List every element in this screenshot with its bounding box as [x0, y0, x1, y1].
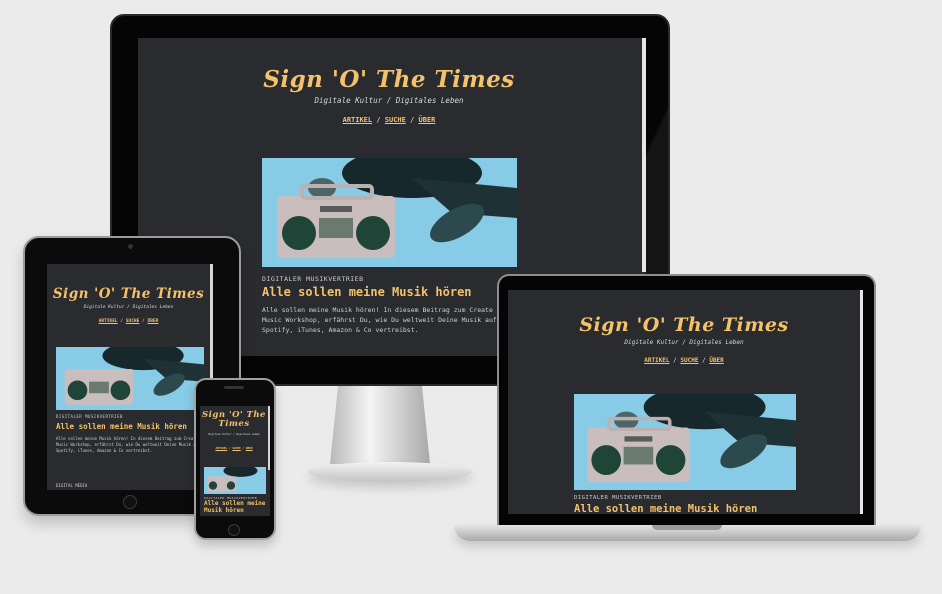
article-title[interactable]: Alle sollen meine Musik hören [574, 503, 757, 514]
nav-separator: / [242, 446, 245, 450]
article-category[interactable]: DIGITALER MUSIKVERTRIEB [262, 275, 364, 283]
desktop-scrollbar[interactable] [642, 38, 646, 272]
nav-link-suche[interactable]: SUCHE [232, 446, 240, 450]
site-tagline: Digitale Kultur / Digitales Leben [208, 433, 260, 436]
article-title[interactable]: Alle sollen meine Musik hören [204, 500, 268, 514]
article-title[interactable]: Alle sollen meine Musik hören [262, 285, 472, 299]
nav-separator: / [673, 357, 677, 364]
main-nav: ARTIKEL / SUCHE / ÜBER [508, 357, 860, 364]
article-category[interactable]: DIGITALER MUSIKVERTRIEB [56, 414, 123, 419]
main-nav: ARTIKEL / SUCHE / ÜBER [47, 319, 210, 324]
nav-separator: / [702, 357, 706, 364]
article-category[interactable]: DIGITALER MUSIKVERTRIEB [574, 495, 662, 501]
site-footer: DIGITAL MEDIA [56, 483, 88, 488]
article-excerpt: Alle sollen meine Musik hören! In diesem… [56, 436, 201, 454]
nav-separator: / [410, 116, 415, 124]
main-nav: ARTIKEL / SUCHE / ÜBER [200, 446, 268, 450]
article-excerpt: Alle sollen meine Musik hören! In diesem… [262, 306, 497, 335]
phone-scrollbar[interactable] [268, 406, 270, 470]
nav-link-ueber[interactable]: ÜBER [419, 116, 436, 124]
nav-link-artikel[interactable]: ARTIKEL [99, 319, 118, 324]
phone-home-button[interactable] [228, 524, 240, 536]
site-tagline: Digitale Kultur / Digitales Leben [624, 339, 744, 346]
article-hero-image[interactable] [262, 158, 517, 267]
nav-separator: / [376, 116, 381, 124]
nav-link-artikel[interactable]: ARTIKEL [343, 116, 373, 124]
site-title[interactable]: Sign 'O' The Times [138, 66, 640, 93]
nav-link-suche[interactable]: SUCHE [385, 116, 406, 124]
nav-link-artikel[interactable]: ARTIKEL [644, 357, 669, 364]
nav-link-ueber[interactable]: ÜBER [147, 319, 158, 324]
laptop-screen: Sign 'O' The Times Digitale Kultur / Dig… [508, 290, 863, 514]
tablet-home-button[interactable] [123, 495, 137, 509]
phone-screen: Sign 'O' The Times Digitale Kultur / Dig… [200, 406, 270, 516]
site-tagline: Digitale Kultur / Digitales Leben [83, 305, 174, 310]
article-hero-image[interactable] [204, 467, 266, 494]
nav-link-suche[interactable]: SUCHE [680, 357, 698, 364]
monitor-stand-base [308, 462, 472, 482]
tablet-camera [128, 244, 133, 249]
site-title[interactable]: Sign 'O' The Times [200, 411, 268, 429]
nav-separator: / [120, 319, 124, 324]
monitor-stand-neck [330, 386, 430, 464]
article-title[interactable]: Alle sollen meine Musik hören [56, 422, 187, 431]
site-title[interactable]: Sign 'O' The Times [47, 286, 210, 302]
article-hero-image[interactable] [574, 394, 796, 490]
nav-link-ueber[interactable]: ÜBER [709, 357, 723, 364]
laptop-notch [652, 525, 722, 530]
article-hero-image[interactable] [56, 347, 204, 410]
site-tagline: Digitale Kultur / Digitales Leben [314, 96, 464, 105]
site-title[interactable]: Sign 'O' The Times [508, 314, 860, 336]
nav-link-ueber[interactable]: ÜBER [246, 446, 253, 450]
nav-separator: / [228, 446, 231, 450]
tablet-screen: Sign 'O' The Times Digitale Kultur / Dig… [47, 264, 213, 490]
nav-separator: / [142, 319, 145, 324]
phone-speaker [224, 386, 244, 389]
nav-link-suche[interactable]: SUCHE [126, 319, 140, 324]
laptop-scrollbar[interactable] [860, 290, 863, 514]
nav-link-artikel[interactable]: ARTIKEL [215, 446, 227, 450]
main-nav: ARTIKEL / SUCHE / ÜBER [138, 116, 640, 124]
